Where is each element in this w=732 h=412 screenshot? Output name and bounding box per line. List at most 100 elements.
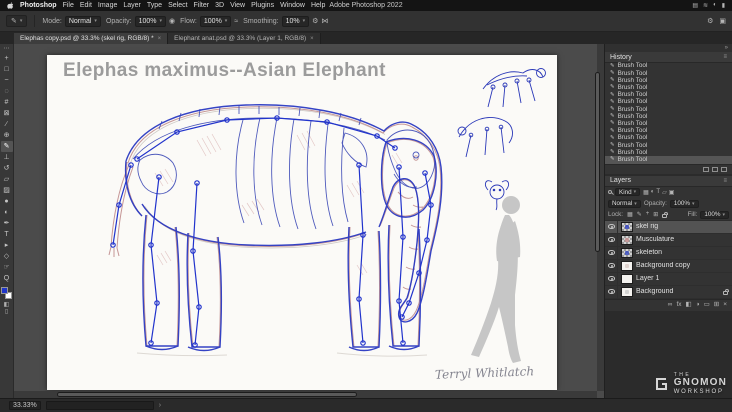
gradient-tool[interactable]: ▨ xyxy=(1,185,13,196)
panel-menu-icon[interactable]: ≡ xyxy=(723,178,727,184)
filter-kind-select[interactable]: Kind ▾ xyxy=(615,188,641,197)
layer-thumbnail[interactable] xyxy=(621,247,633,258)
path-selection-tool[interactable]: ▸ xyxy=(1,240,13,251)
pen-tool[interactable]: ✒ xyxy=(1,218,13,229)
menu-item-edit[interactable]: Edit xyxy=(80,2,92,9)
layer-row[interactable]: Musculature xyxy=(605,233,732,247)
layer-thumbnail[interactable] xyxy=(621,234,633,245)
status-options-icon[interactable]: › xyxy=(159,402,161,409)
clone-stamp-tool[interactable]: ⊥ xyxy=(1,152,13,163)
filter-pixel-layers-icon[interactable]: ▦ xyxy=(642,189,650,196)
quick-mask-icon[interactable]: ◧ xyxy=(4,302,10,309)
delete-state-icon[interactable] xyxy=(721,166,727,172)
layer-row[interactable]: Layer 1 xyxy=(605,272,732,286)
visibility-toggle[interactable] xyxy=(605,220,618,233)
layer-style-icon[interactable]: fx xyxy=(676,301,681,309)
delete-layer-icon[interactable]: × xyxy=(723,301,727,309)
hand-tool[interactable]: ☞ xyxy=(1,262,13,273)
type-tool[interactable]: T xyxy=(1,229,13,240)
menu-item-view[interactable]: View xyxy=(230,2,245,9)
adjustment-layer-icon[interactable]: ◑ xyxy=(696,301,700,309)
history-state[interactable]: ✎ Brush Tool xyxy=(605,135,732,142)
display-icon[interactable]: ▤ xyxy=(692,2,698,9)
layer-thumbnail[interactable] xyxy=(621,260,633,271)
vertical-scrollbar[interactable] xyxy=(595,44,604,391)
history-panel-title[interactable]: History xyxy=(610,54,632,61)
link-layers-icon[interactable]: ∞ xyxy=(668,301,673,309)
lasso-tool[interactable]: ~ xyxy=(1,75,13,86)
layer-opacity-select[interactable]: 100% ▾ xyxy=(669,199,699,208)
tab-close-icon[interactable]: × xyxy=(158,36,162,42)
lock-position-icon[interactable]: + xyxy=(645,211,651,218)
layer-thumbnail[interactable] xyxy=(621,286,633,297)
document-tab[interactable]: Elephant anat.psd @ 33.3% (Layer 1, RGB/… xyxy=(168,33,321,44)
layer-mask-icon[interactable]: ◧ xyxy=(686,301,692,309)
smoothing-gear-icon[interactable]: ⚙ xyxy=(312,17,318,25)
zoom-tool[interactable]: Q xyxy=(1,273,13,284)
new-doc-from-state-icon[interactable] xyxy=(703,166,709,172)
screen-mode-icon[interactable]: ▯ xyxy=(4,309,10,316)
frame-tool[interactable]: ⊠ xyxy=(1,108,13,119)
blend-mode-select[interactable]: Normal ▾ xyxy=(608,199,641,208)
brush-tool[interactable]: ✎ xyxy=(0,141,13,152)
lock-paint-icon[interactable]: ✎ xyxy=(636,211,643,218)
smoothing-select[interactable]: 10% ▾ xyxy=(281,15,310,27)
apple-menu-icon[interactable] xyxy=(7,1,14,10)
layer-row[interactable]: skeleton xyxy=(605,246,732,260)
layer-row[interactable]: skel rig xyxy=(605,220,732,234)
wifi-icon[interactable]: ≋ xyxy=(703,2,708,9)
foreground-color-swatch[interactable] xyxy=(1,287,8,294)
move-tool[interactable]: + xyxy=(1,53,13,64)
symmetry-icon[interactable]: ⋈ xyxy=(321,17,328,25)
menu-item-help[interactable]: Help xyxy=(311,2,325,9)
menu-item-image[interactable]: Image xyxy=(98,2,117,9)
control-center-icon[interactable]: ◐ xyxy=(713,2,717,9)
shape-tool[interactable]: ◇ xyxy=(1,251,13,262)
dodge-tool[interactable]: ◐ xyxy=(1,207,13,218)
zoom-level-field[interactable]: 33.33% xyxy=(9,401,41,410)
brush-settings-icon[interactable]: ⚙ xyxy=(707,17,713,25)
menu-item-layer[interactable]: Layer xyxy=(123,2,141,9)
history-state[interactable]: ✎ Brush Tool xyxy=(605,156,732,164)
pressure-opacity-icon[interactable]: ◉ xyxy=(169,17,175,25)
menu-item-select[interactable]: Select xyxy=(168,2,187,9)
tab-close-icon[interactable]: × xyxy=(310,36,314,42)
panels-toggle-icon[interactable]: ▣ xyxy=(719,17,726,25)
active-app-name[interactable]: Photoshop xyxy=(20,2,57,9)
menu-item-filter[interactable]: Filter xyxy=(194,2,210,9)
flow-select[interactable]: 100% ▾ xyxy=(199,15,232,27)
collapse-panels-icon[interactable]: » xyxy=(725,45,728,51)
document-canvas[interactable]: Elephas maximus--Asian Elephant Terryl W… xyxy=(47,55,557,390)
panel-menu-icon[interactable]: ≡ xyxy=(723,54,727,60)
filter-smart-objects-icon[interactable]: ▣ xyxy=(668,189,676,196)
visibility-toggle[interactable] xyxy=(605,233,618,246)
crop-tool[interactable]: # xyxy=(1,97,13,108)
visibility-toggle[interactable] xyxy=(605,246,618,259)
layer-row[interactable]: Background copy xyxy=(605,259,732,273)
menu-item-plugins[interactable]: Plugins xyxy=(251,2,274,9)
blur-tool[interactable]: ● xyxy=(1,196,13,207)
layer-thumbnail[interactable] xyxy=(621,221,633,232)
menu-item-3d[interactable]: 3D xyxy=(215,2,224,9)
canvas-area[interactable]: Elephas maximus--Asian Elephant Terryl W… xyxy=(14,44,604,398)
layer-row[interactable]: Background xyxy=(605,285,732,299)
edit-toolbar-icon[interactable]: ⋯ xyxy=(4,45,10,53)
airbrush-icon[interactable]: ≈ xyxy=(234,18,238,25)
new-group-icon[interactable]: ▭ xyxy=(704,301,710,309)
lock-transparency-icon[interactable]: ▦ xyxy=(626,211,634,218)
quick-selection-tool[interactable]: ◌ xyxy=(1,86,13,97)
tool-preset-picker[interactable]: ✎ ▾ xyxy=(6,15,28,27)
document-tab[interactable]: Elephas copy.psd @ 33.3% (skel rig, RGB/… xyxy=(14,33,169,44)
healing-brush-tool[interactable]: ⊕ xyxy=(1,130,13,141)
menu-item-file[interactable]: File xyxy=(63,2,74,9)
opacity-select[interactable]: 100% ▾ xyxy=(134,15,167,27)
visibility-toggle[interactable] xyxy=(605,272,618,285)
new-snapshot-icon[interactable] xyxy=(712,166,718,172)
layers-panel-title[interactable]: Layers xyxy=(610,177,631,184)
lock-all-icon[interactable] xyxy=(662,211,669,218)
fill-select[interactable]: 100% ▾ xyxy=(700,210,729,219)
history-brush-tool[interactable]: ↺ xyxy=(1,163,13,174)
marquee-tool[interactable]: □ xyxy=(1,64,13,75)
filter-shape-layers-icon[interactable]: ▱ xyxy=(661,189,668,196)
lock-artboard-icon[interactable]: ⊞ xyxy=(652,211,659,218)
